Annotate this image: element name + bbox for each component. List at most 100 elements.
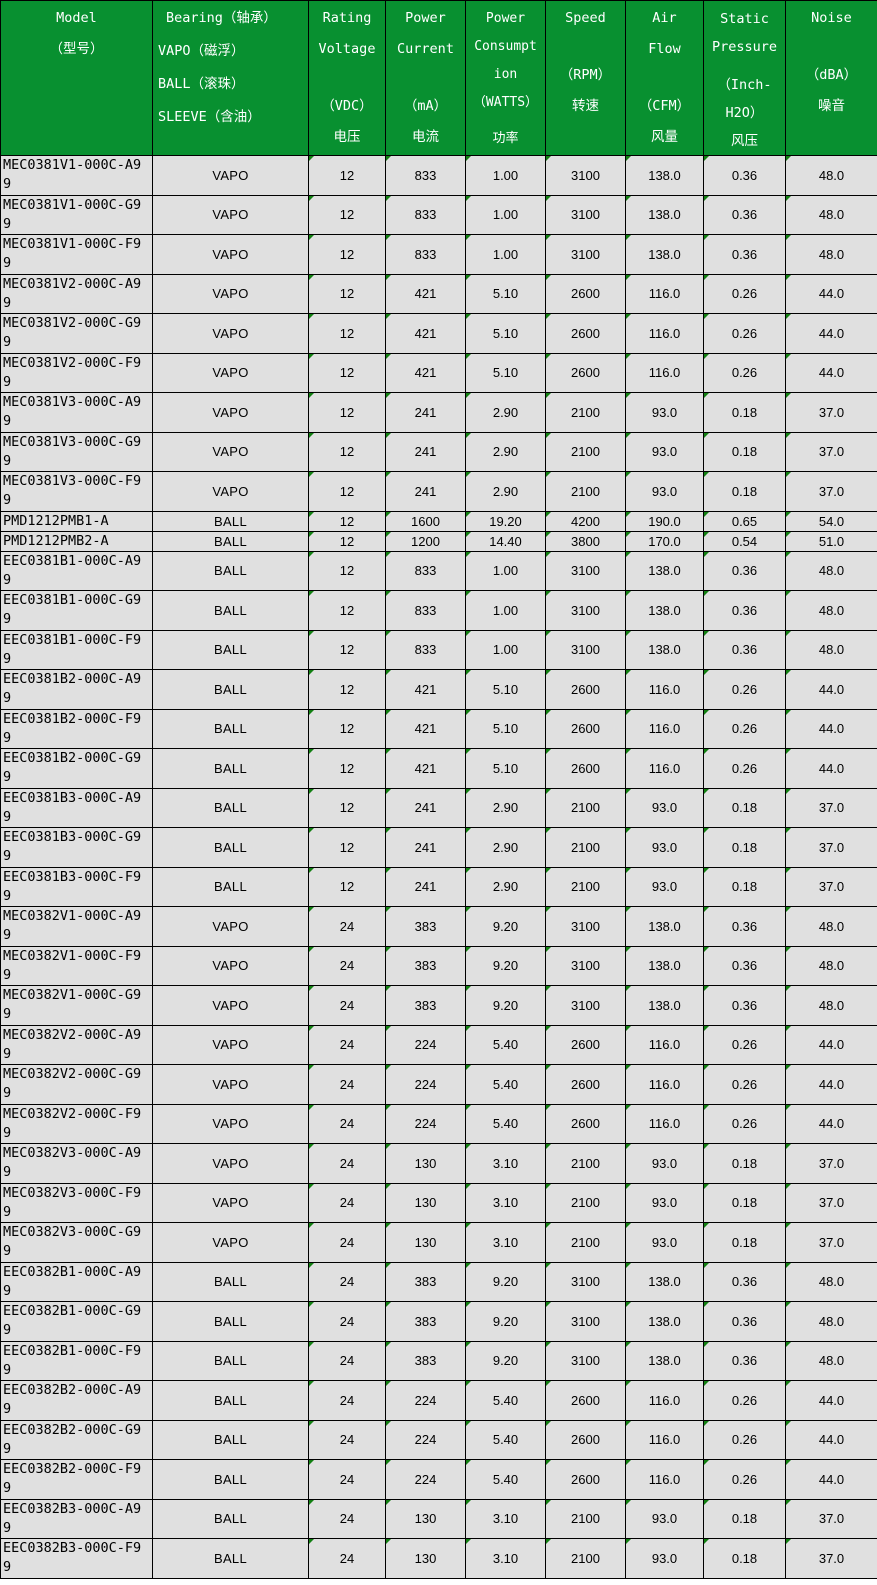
cell-bearing: BALL: [152, 1538, 309, 1579]
cell-static: 0.26: [703, 274, 786, 314]
cell-voltage: 24: [308, 1183, 386, 1223]
cell-noise: 48.0: [785, 1341, 877, 1381]
cell-voltage: 24: [308, 1104, 386, 1144]
table-row: MEC0382V1-000C-G99 VAPO 24 383 9.20 3100 138.0…: [0, 985, 877, 1026]
cell-airflow: 116.0: [625, 1025, 704, 1065]
cell-voltage: 24: [308, 1459, 386, 1500]
cell-noise: 37.0: [785, 432, 877, 472]
cell-static: 0.65: [703, 511, 786, 532]
table-row: MEC0382V3-000C-G99 VAPO 24 130 3.10 2100 93.0 0…: [0, 1222, 877, 1263]
cell-noise: 44.0: [785, 1459, 877, 1500]
cell-bearing: BALL: [152, 1341, 309, 1381]
table-row: MEC0382V2-000C-F99 VAPO 24 224 5.40 2600 116.0…: [0, 1104, 877, 1144]
column-header-voltage-line2: Voltage: [318, 41, 376, 57]
cell-voltage: 12: [308, 392, 386, 433]
table-row: MEC0382V1-000C-A99 VAPO 24 383 9.20 3100 138.0…: [0, 906, 877, 947]
cell-airflow: 116.0: [625, 709, 704, 749]
cell-static: 0.36: [703, 985, 786, 1026]
cell-consumption: 5.40: [465, 1380, 546, 1421]
cell-static: 0.26: [703, 1025, 786, 1065]
cell-model: MEC0382V3-000C-F99: [0, 1183, 153, 1223]
cell-model: EEC0382B2-000C-A99: [0, 1380, 153, 1421]
cell-airflow: 190.0: [625, 511, 704, 532]
cell-consumption: 5.40: [465, 1025, 546, 1065]
column-header-model-line2: （型号）: [49, 41, 104, 57]
cell-consumption: 9.20: [465, 906, 546, 947]
column-header-current-unit: （mA）: [403, 98, 448, 114]
cell-voltage: 12: [308, 590, 386, 631]
cell-bearing: BALL: [152, 748, 309, 789]
cell-consumption: 2.90: [465, 392, 546, 433]
cell-current: 130: [385, 1538, 466, 1579]
cell-bearing: BALL: [152, 709, 309, 749]
cell-current: 241: [385, 827, 466, 868]
column-header-static-pressure: Static Pressure （Inch- H2O） 风压: [703, 0, 786, 156]
cell-consumption: 5.40: [465, 1420, 546, 1460]
column-header-static-unit2: H2O）: [725, 105, 764, 121]
cell-static: 0.18: [703, 471, 786, 512]
table-row: EEC0382B1-000C-A99 BALL 24 383 9.20 3100 138.0…: [0, 1262, 877, 1302]
cell-noise: 48.0: [785, 195, 877, 235]
cell-bearing: VAPO: [152, 274, 309, 314]
cell-speed: 3100: [545, 985, 626, 1026]
cell-voltage: 12: [308, 827, 386, 868]
cell-voltage: 24: [308, 1064, 386, 1105]
column-header-airflow-unit: （CFM）: [638, 98, 691, 114]
cell-noise: 37.0: [785, 867, 877, 907]
cell-noise: 37.0: [785, 471, 877, 512]
cell-noise: 54.0: [785, 511, 877, 532]
cell-consumption: 1.00: [465, 630, 546, 670]
table-row: EEC0381B2-000C-G99 BALL 12 421 5.10 2600 116.0…: [0, 748, 877, 789]
cell-consumption: 3.10: [465, 1222, 546, 1263]
cell-consumption: 3.10: [465, 1499, 546, 1539]
table-row: MEC0382V2-000C-G99 VAPO 24 224 5.40 2600 116.0…: [0, 1064, 877, 1105]
cell-speed: 3100: [545, 1341, 626, 1381]
cell-static: 0.26: [703, 1064, 786, 1105]
cell-noise: 48.0: [785, 630, 877, 670]
cell-bearing: VAPO: [152, 946, 309, 986]
cell-static: 0.26: [703, 353, 786, 393]
cell-speed: 3100: [545, 946, 626, 986]
cell-model: MEC0382V1-000C-G99: [0, 985, 153, 1026]
cell-airflow: 170.0: [625, 531, 704, 552]
cell-current: 241: [385, 432, 466, 472]
cell-airflow: 138.0: [625, 590, 704, 631]
cell-airflow: 116.0: [625, 353, 704, 393]
cell-model: MEC0381V1-000C-F99: [0, 234, 153, 275]
cell-noise: 44.0: [785, 748, 877, 789]
cell-voltage: 24: [308, 1222, 386, 1263]
cell-static: 0.36: [703, 946, 786, 986]
column-header-model-line1: Model: [56, 10, 97, 26]
cell-airflow: 93.0: [625, 788, 704, 828]
cell-speed: 3100: [545, 234, 626, 275]
cell-current: 383: [385, 1341, 466, 1381]
table-row: EEC0381B2-000C-F99 BALL 12 421 5.10 2600 116.0…: [0, 709, 877, 749]
cell-airflow: 116.0: [625, 669, 704, 710]
cell-current: 383: [385, 985, 466, 1026]
cell-model: MEC0381V3-000C-A99: [0, 392, 153, 433]
cell-bearing: BALL: [152, 1459, 309, 1500]
cell-static: 0.36: [703, 1262, 786, 1302]
cell-bearing: BALL: [152, 1499, 309, 1539]
cell-static: 0.26: [703, 709, 786, 749]
cell-speed: 2600: [545, 1380, 626, 1421]
column-header-voltage-unit: （VDC）: [321, 98, 373, 114]
table-row: MEC0382V1-000C-F99 VAPO 24 383 9.20 3100 138.0…: [0, 946, 877, 986]
cell-voltage: 12: [308, 630, 386, 670]
cell-current: 224: [385, 1064, 466, 1105]
cell-voltage: 12: [308, 709, 386, 749]
table-row: EEC0381B1-000C-A99 BALL 12 833 1.00 3100 138.0…: [0, 551, 877, 591]
cell-consumption: 5.10: [465, 669, 546, 710]
table-row: EEC0381B2-000C-A99 BALL 12 421 5.10 2600 116.0…: [0, 669, 877, 710]
cell-consumption: 3.10: [465, 1143, 546, 1184]
cell-consumption: 1.00: [465, 234, 546, 275]
cell-speed: 2100: [545, 788, 626, 828]
cell-voltage: 24: [308, 985, 386, 1026]
cell-speed: 2100: [545, 1143, 626, 1184]
cell-model: EEC0382B2-000C-G99: [0, 1420, 153, 1460]
cell-consumption: 5.40: [465, 1104, 546, 1144]
cell-model: EEC0382B1-000C-A99: [0, 1262, 153, 1302]
cell-voltage: 12: [308, 531, 386, 552]
column-header-bearing-line3: BALL（滚珠）: [158, 76, 245, 92]
cell-airflow: 93.0: [625, 1499, 704, 1539]
